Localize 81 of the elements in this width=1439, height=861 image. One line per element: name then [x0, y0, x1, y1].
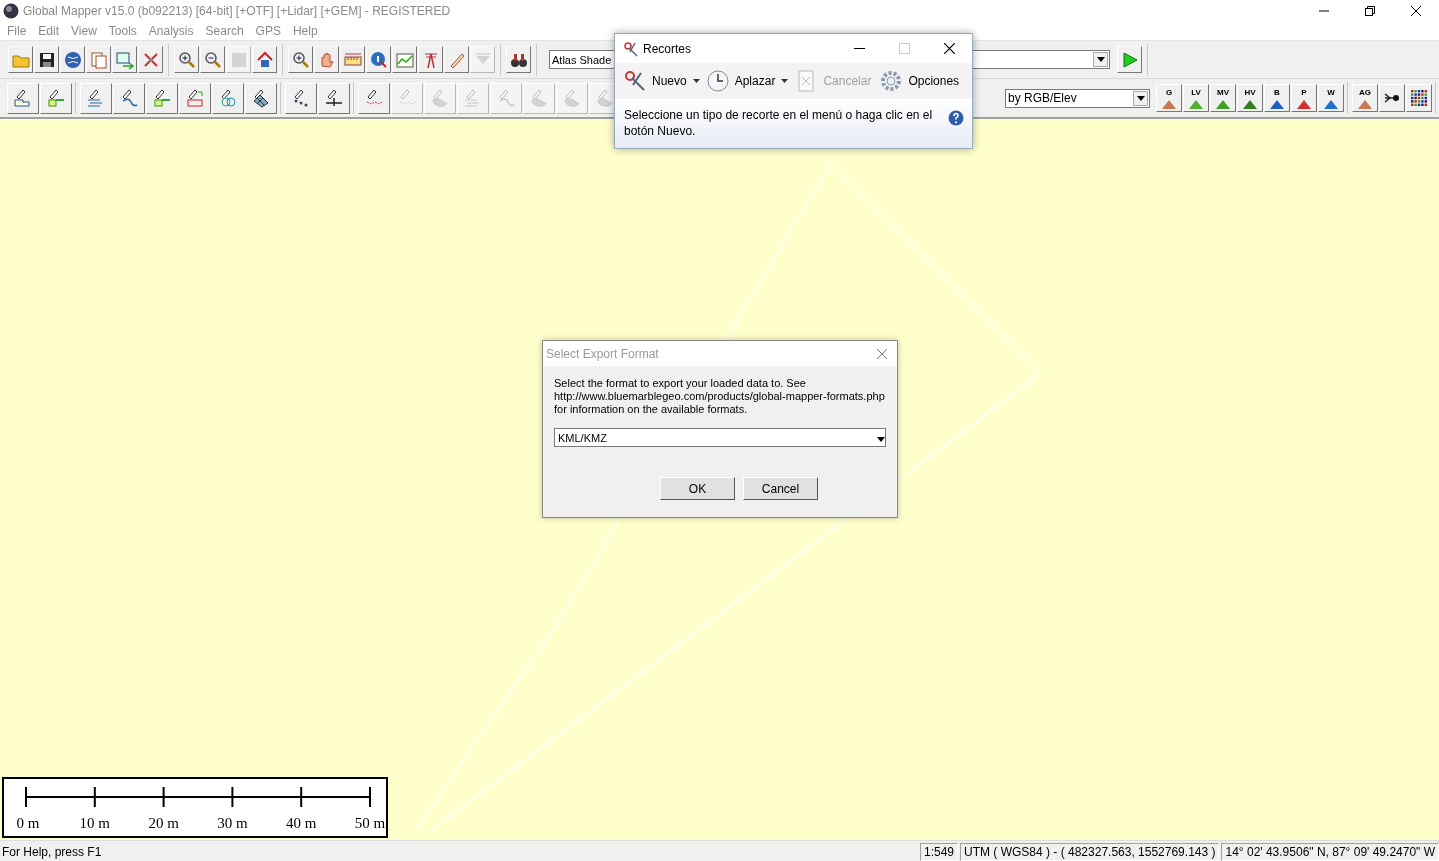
close-icon [1410, 5, 1422, 17]
window-title: Recortes [643, 41, 693, 56]
caret-icon[interactable] [691, 78, 701, 84]
restore-icon [1364, 5, 1376, 17]
toolbar-button[interactable]: G [1156, 84, 1182, 112]
menu-item[interactable]: Tools [102, 24, 143, 38]
scale-label: 50 m [354, 815, 386, 832]
zoom-icon [290, 49, 311, 70]
toolbar-button[interactable] [174, 46, 199, 73]
toolbar-button[interactable]: MV [1210, 84, 1236, 112]
pencil-grid-icon [251, 88, 271, 108]
toolbar-button[interactable]: LV [1183, 84, 1209, 112]
menu-item[interactable]: Edit [32, 24, 66, 38]
menu-item[interactable]: GPS [249, 24, 287, 38]
zoom-out-icon [202, 49, 223, 70]
globe-icon [62, 49, 83, 70]
menu-item[interactable]: Help [286, 24, 324, 38]
export-icon [114, 49, 135, 70]
toolbar-button[interactable] [285, 82, 317, 114]
scale-label: 10 m [79, 815, 110, 832]
status-text: For Help, press F1 [1, 845, 103, 859]
toolbar-button[interactable]: B [1264, 84, 1290, 112]
toolbar-button[interactable]: Aplazar [702, 67, 779, 95]
instruction-text: Seleccione un tipo de recorte en el menú o haga clic en el botón Nuevo. [624, 107, 934, 139]
help-icon[interactable] [948, 110, 964, 126]
pencil-blob-icon [430, 88, 450, 108]
menu-item[interactable]: Search [199, 24, 250, 38]
pencil-label-icon [185, 88, 205, 108]
menu-item[interactable]: View [65, 24, 103, 38]
scale-label: 30 m [217, 815, 248, 832]
scissors-icon [623, 69, 647, 93]
display-mode-dropdown[interactable]: by RGB/Elev [1005, 88, 1150, 108]
toolbar-button[interactable]: HV [1237, 84, 1263, 112]
toolbar-button[interactable] [506, 46, 531, 73]
toolbar-button[interactable] [245, 82, 277, 114]
document-icon [88, 49, 109, 70]
dialog-button[interactable]: OK [660, 477, 735, 500]
info-icon [368, 49, 389, 70]
close-icon [876, 347, 888, 360]
gear-icon [879, 69, 904, 93]
pencil-cross-icon [324, 88, 344, 108]
toolbar-button[interactable] [34, 46, 59, 73]
pencil-blob-icon [529, 88, 549, 108]
pencil-circles-icon [218, 88, 238, 108]
toolbar-button[interactable] [60, 46, 85, 73]
window-title: Global Mapper v15.0 (b092213) [64-bit] [+OTF] [+Lidar] [+GEM] - REGISTERED [23, 4, 452, 18]
toolbar-button[interactable]: Nuevo [620, 67, 690, 95]
toolbar-button[interactable]: P [1291, 84, 1317, 112]
pencil-rectangle-icon [152, 88, 172, 108]
toolbar-button[interactable] [1379, 84, 1405, 112]
toolbar-button[interactable]: Opciones [876, 67, 963, 95]
scale-label: 40 m [286, 815, 317, 832]
projection-readout: UTM ( WGS84 ) - ( 482327.563, 1552769.143 ) [960, 843, 1220, 861]
menu-item[interactable]: File [1, 24, 33, 38]
menu-item[interactable]: Analysis [142, 24, 200, 38]
toolbar-button[interactable] [1406, 84, 1432, 112]
dot-grid-icon [1409, 88, 1429, 108]
toolbar-button[interactable] [200, 46, 225, 73]
caret-icon[interactable] [780, 78, 790, 84]
pencil-rectangle-icon [46, 88, 66, 108]
map-scale: 1:549 [920, 843, 958, 861]
pencil-blob-icon [562, 88, 582, 108]
coordinate-readout: 14° 02' 43.9506" N, 87° 09' 49.2470" W [1221, 843, 1439, 861]
dialog-button[interactable]: Cancel [743, 477, 818, 500]
close-icon [944, 43, 955, 54]
maximize-icon [899, 43, 910, 54]
dialog-message: Select the format to export your loaded data to. See http://www.bluemarblegeo.com/products/global-mapper-formats.php for information on the available formats. [554, 377, 886, 416]
scale-label: 20 m [148, 815, 179, 832]
clock-icon [705, 69, 730, 93]
pencil-blob-icon [595, 88, 615, 108]
dialog-title: Select Export Format [545, 346, 660, 361]
globe-icon [3, 3, 19, 19]
zoom-in-icon [176, 49, 197, 70]
scale-label: 0 m [16, 815, 40, 832]
toolbar-button[interactable] [288, 46, 313, 73]
toolbar-button[interactable]: W [1318, 84, 1344, 112]
pencil-area-icon [13, 88, 33, 108]
toolbar-button[interactable]: AG [1352, 84, 1378, 112]
scissors-icon [623, 40, 639, 57]
toolbar-button[interactable] [318, 82, 350, 114]
format-dropdown[interactable]: KML/KMZ [554, 428, 886, 447]
